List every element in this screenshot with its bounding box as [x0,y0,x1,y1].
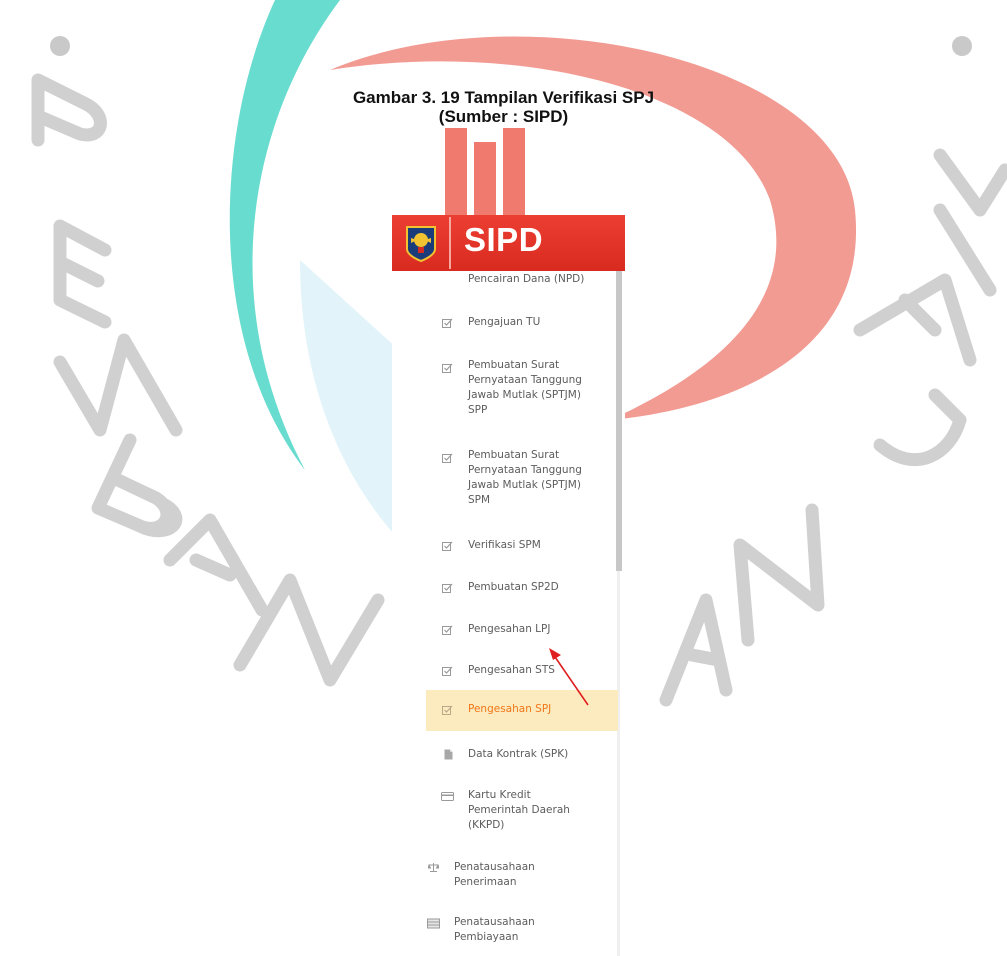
sidebar-item-label: Penatausahaan Penerimaan [454,861,535,888]
checkbox-edit-icon [442,541,453,551]
sidebar-item-data-kontrak[interactable]: Data Kontrak (SPK) [392,744,618,766]
sidebar-item-partial-npd[interactable]: Pencairan Dana (NPD) [392,271,618,291]
sidebar-item-label: Data Kontrak (SPK) [468,748,569,760]
sidebar-item-label: Penatausahaan Pembiayaan [454,916,535,943]
sipd-sidebar-screenshot: SIPD Pencairan Dana (NPD) Pengajuan TU P… [392,215,625,956]
sidebar-item-label: Verifikasi SPM [468,539,541,551]
sidebar-item-label: Pengesahan LPJ [468,623,551,635]
credit-card-icon [441,792,454,801]
sidebar-item-label: Pengesahan SPJ [468,703,552,715]
sidebar-item-pengesahan-lpj[interactable]: Pengesahan LPJ [392,619,618,641]
checkbox-edit-icon [442,583,453,593]
sidebar-item-label: Pembuatan Surat Pernyataan Tanggung Jawa… [468,449,582,506]
sidebar-item-label: Pengesahan STS [468,664,555,676]
figure-source: (Sumber : SIPD) [438,107,569,126]
document-icon [444,749,453,760]
checkbox-edit-icon [442,453,453,463]
sidebar-item-kkpd[interactable]: Kartu Kredit Pemerintah Daerah (KKPD) [392,785,618,843]
sidebar-item-penatausahaan-pembiayaan[interactable]: Penatausahaan Pembiayaan [392,912,618,948]
figure-caption: Gambar 3. 19 Tampilan Verifikasi SPJ [352,88,655,107]
checkbox-edit-icon [442,363,453,373]
sidebar-nav: Pencairan Dana (NPD) Pengajuan TU Pembua… [392,215,625,956]
sidebar-item-sptjm-spp[interactable]: Pembuatan Surat Pernyataan Tanggung Jawa… [392,353,618,425]
sidebar-item-pengesahan-spj[interactable]: Pengesahan SPJ [426,690,618,731]
sidebar-item-pengajuan-tu[interactable]: Pengajuan TU [392,312,618,334]
sidebar-item-label: Pembuatan Surat Pernyataan Tanggung Jawa… [468,359,582,416]
checkbox-edit-icon [442,666,453,676]
table-icon [427,918,440,929]
sidebar-item-sptjm-spm[interactable]: Pembuatan Surat Pernyataan Tanggung Jawa… [392,443,618,515]
sidebar-item-label: Pembuatan SP2D [468,581,559,593]
checkbox-edit-icon [442,625,453,635]
checkbox-edit-icon [442,705,453,715]
sidebar-item-pengesahan-sts[interactable]: Pengesahan STS [392,660,618,682]
sidebar-item-label: Kartu Kredit Pemerintah Daerah (KKPD) [468,789,570,831]
checkbox-edit-icon [442,318,453,328]
sidebar-item-verifikasi-spm[interactable]: Verifikasi SPM [392,535,618,557]
sidebar-item-pembuatan-sp2d[interactable]: Pembuatan SP2D [392,577,618,599]
scale-icon [428,863,439,872]
sidebar-item-label: Pengajuan TU [468,316,541,328]
sidebar-item-label: Pencairan Dana (NPD) [468,273,585,285]
sidebar-item-penatausahaan-penerimaan[interactable]: Penatausahaan Penerimaan [392,857,618,893]
